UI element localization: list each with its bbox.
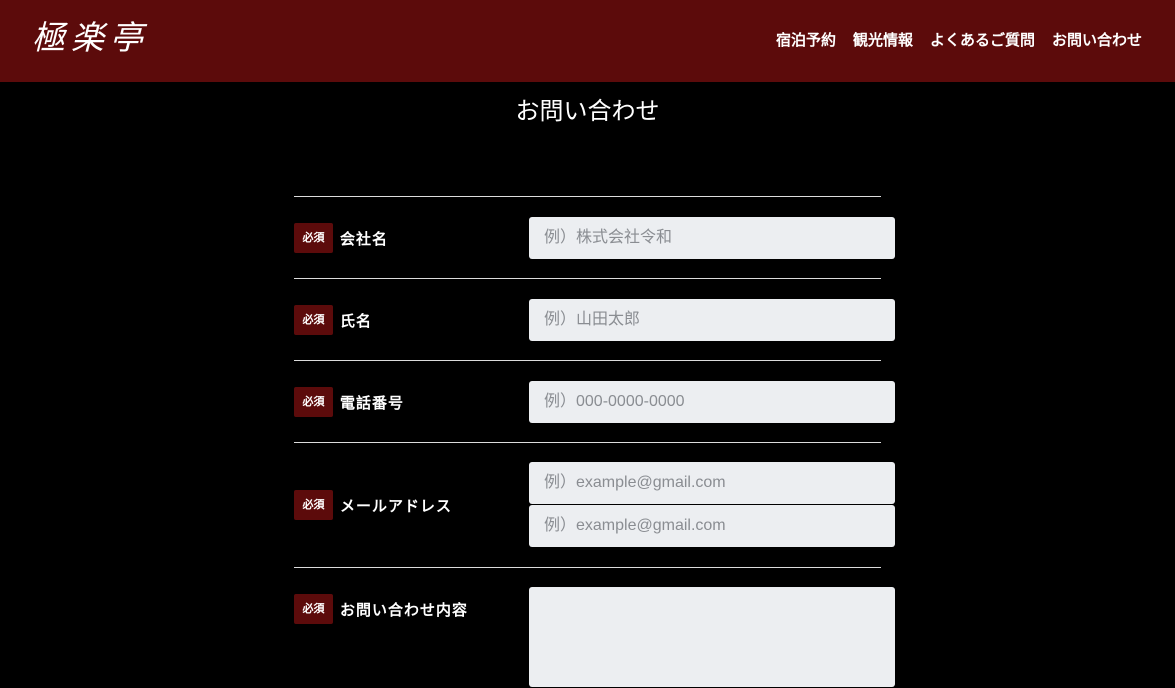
company-label: 会社名 <box>340 229 389 248</box>
name-input[interactable] <box>529 299 895 341</box>
site-logo[interactable]: 極楽亭 <box>32 14 149 62</box>
company-input[interactable] <box>529 217 895 259</box>
nav-item-faq[interactable]: よくあるご質問 <box>930 28 1035 52</box>
email-confirm-input[interactable] <box>529 505 895 547</box>
main-nav: 宿泊予約 観光情報 よくあるご質問 お問い合わせ <box>776 28 1142 52</box>
field-label-group: 必須 会社名 <box>294 223 388 253</box>
required-badge: 必須 <box>294 490 333 520</box>
nav-item-sightseeing[interactable]: 観光情報 <box>853 28 913 52</box>
required-badge: 必須 <box>294 305 333 335</box>
form-row-email: 必須 メールアドレス <box>294 442 895 567</box>
form-row-name: 必須 氏名 <box>294 278 895 360</box>
required-badge: 必須 <box>294 594 333 624</box>
form-row-company: 必須 会社名 <box>294 196 895 278</box>
field-label-group: 必須 お問い合わせ内容 <box>294 594 468 624</box>
nav-item-contact[interactable]: お問い合わせ <box>1052 28 1142 52</box>
field-label-group: 必須 電話番号 <box>294 387 404 417</box>
site-header: 極楽亭 宿泊予約 観光情報 よくあるご質問 お問い合わせ <box>0 0 1175 82</box>
contact-form: 必須 会社名 必須 氏名 必須 電話番号 必須 メールアドレス 必須 お問い合わ… <box>294 196 895 688</box>
inquiry-textarea[interactable] <box>529 587 895 687</box>
form-row-inquiry: 必須 お問い合わせ内容 <box>294 567 895 688</box>
phone-label: 電話番号 <box>340 393 405 412</box>
field-label-group: 必須 メールアドレス <box>294 490 452 520</box>
inquiry-label: お問い合わせ内容 <box>340 600 469 619</box>
nav-item-reservation[interactable]: 宿泊予約 <box>776 28 836 52</box>
email-input[interactable] <box>529 462 895 504</box>
phone-input[interactable] <box>529 381 895 423</box>
required-badge: 必須 <box>294 223 333 253</box>
email-label: メールアドレス <box>340 496 453 515</box>
form-row-phone: 必須 電話番号 <box>294 360 895 442</box>
page-title: お問い合わせ <box>515 97 660 125</box>
required-badge: 必須 <box>294 387 333 417</box>
field-label-group: 必須 氏名 <box>294 305 372 335</box>
name-label: 氏名 <box>340 311 373 330</box>
